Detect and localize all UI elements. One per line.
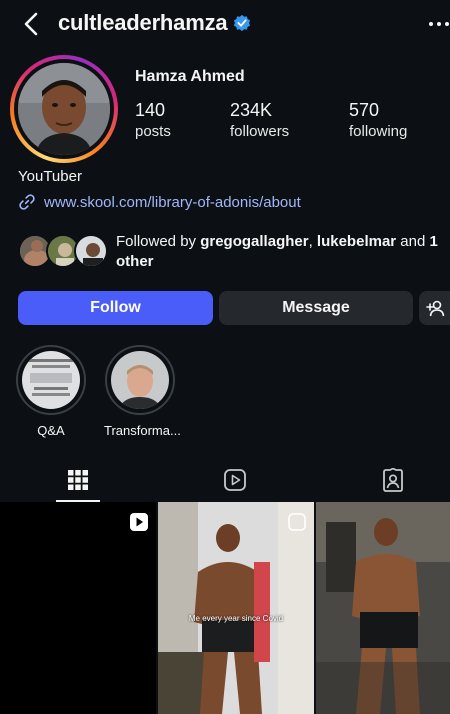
post-image	[158, 502, 314, 714]
tagged-icon	[383, 468, 403, 492]
followed-by-separator: ,	[308, 233, 317, 250]
followed-by-and: and	[396, 233, 430, 250]
top-bar: cultleaderhamza	[0, 0, 450, 50]
story-highlight[interactable]: Q&A	[15, 345, 87, 438]
add-user-icon	[426, 300, 445, 317]
post-thumbnail[interactable]: Me every year since Covid	[158, 502, 314, 714]
profile-link[interactable]: www.skool.com/library-of-adonis/about	[18, 193, 301, 211]
highlight-cover	[111, 351, 169, 409]
tab-tagged[interactable]	[318, 458, 450, 502]
following-stat[interactable]: 570 following	[349, 100, 407, 140]
suggested-users-button[interactable]	[419, 291, 450, 325]
profile-tabs	[0, 458, 450, 502]
post-caption-overlay: Me every year since Covid	[188, 614, 284, 623]
avatar-photo	[18, 63, 110, 155]
highlight-cover-ring	[16, 345, 86, 415]
profile-full-name: Hamza Ahmed	[135, 68, 245, 85]
mutual-follower-name[interactable]: gregogallagher	[200, 233, 308, 250]
profile-link-text: www.skool.com/library-of-adonis/about	[44, 193, 301, 211]
followed-by-section[interactable]: Followed by gregogallagher, lukebelmar a…	[18, 232, 450, 272]
posts-stat[interactable]: 140 posts	[135, 100, 171, 140]
tab-posts-grid[interactable]	[3, 458, 153, 502]
highlight-cover	[22, 351, 80, 409]
other-followers-label: other	[116, 253, 154, 270]
reel-badge-icon	[288, 513, 306, 531]
message-button[interactable]: Message	[219, 291, 413, 325]
following-count: 570	[349, 100, 380, 120]
post-thumbnail[interactable]	[0, 502, 156, 714]
profile-bio: YouTuber	[18, 168, 82, 185]
mutual-avatar	[74, 234, 108, 268]
tab-reels[interactable]	[160, 458, 310, 502]
posts-label: posts	[135, 123, 171, 140]
more-options-icon[interactable]	[428, 14, 450, 34]
followed-by-text: Followed by gregogallagher, lukebelmar a…	[116, 232, 450, 272]
followed-by-prefix: Followed by	[116, 233, 201, 250]
post-thumbnail[interactable]	[316, 502, 450, 714]
highlight-cover-ring	[105, 345, 175, 415]
posts-count: 140	[135, 100, 166, 120]
other-followers-count: 1	[429, 233, 438, 250]
profile-avatar[interactable]	[10, 55, 118, 163]
verified-badge-icon	[234, 14, 251, 32]
post-image	[316, 502, 450, 714]
followers-stat[interactable]: 234K followers	[230, 100, 289, 140]
story-highlight[interactable]: Transforma...	[104, 345, 181, 438]
link-icon	[19, 194, 35, 210]
username-text: cultleaderhamza	[58, 10, 228, 35]
follow-button[interactable]: Follow	[18, 291, 213, 325]
highlight-label: Transforma...	[104, 423, 181, 438]
grid-icon	[68, 470, 88, 490]
avatar-face-illustration	[18, 63, 110, 155]
following-label: following	[349, 123, 408, 140]
highlight-label: Q&A	[37, 423, 65, 438]
reels-icon	[224, 469, 246, 491]
mutual-follower-name[interactable]: lukebelmar	[317, 233, 396, 250]
reel-badge-icon	[130, 513, 148, 531]
followers-count: 234K	[230, 100, 273, 120]
posts-grid: Me every year since Covid	[0, 502, 450, 714]
mutual-followers-avatars	[18, 234, 110, 268]
followers-label: followers	[230, 123, 290, 140]
profile-username-header: cultleaderhamza	[58, 10, 251, 36]
back-arrow-icon[interactable]	[18, 10, 46, 38]
